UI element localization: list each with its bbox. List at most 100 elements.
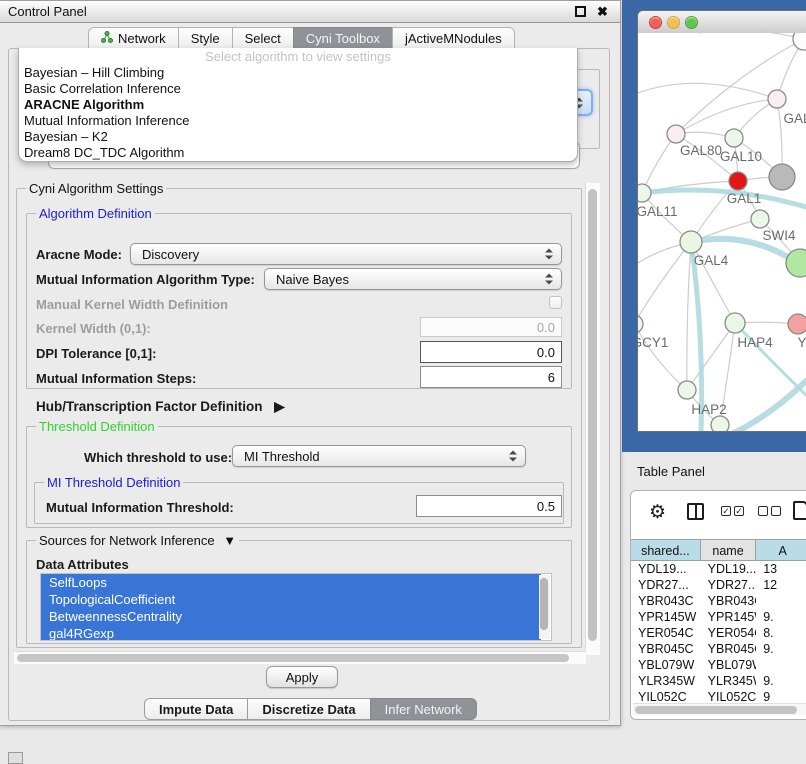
network-edge[interactable] <box>638 242 691 324</box>
scrollbar-thumb[interactable] <box>17 654 569 662</box>
tab-style[interactable]: Style <box>178 27 233 49</box>
table-cell: 9. <box>756 673 806 689</box>
tab-select[interactable]: Select <box>232 27 294 49</box>
expand-down-icon[interactable]: ▼ <box>223 533 236 548</box>
minimize-traffic-light-icon[interactable] <box>667 16 680 29</box>
network-node[interactable] <box>751 210 769 228</box>
mi-threshold-label: Mutual Information Threshold: <box>46 500 234 515</box>
table-row[interactable]: YDL19...YDL19...13 <box>631 561 806 577</box>
table-row[interactable]: YBR043CYBR043C <box>631 593 806 609</box>
data-attributes-list[interactable]: SelfLoopsTopologicalCoefficientBetweenne… <box>40 573 552 641</box>
attribute-item-selected[interactable]: TopologicalCoefficient <box>41 591 541 608</box>
table-row[interactable]: YBR045CYBR045C9. <box>631 641 806 657</box>
mi-steps-field[interactable]: 6 <box>420 366 562 388</box>
aracne-mode-combo[interactable]: Discovery <box>130 243 562 265</box>
network-node[interactable] <box>680 231 702 253</box>
popup-item[interactable]: Mutual Information Inference <box>19 113 577 129</box>
popup-item[interactable]: Bayesian – Hill Climbing <box>19 65 577 81</box>
tab-infer-network[interactable]: Infer Network <box>370 698 477 720</box>
select-all-columns-icon[interactable]: ✓✓ <box>721 506 744 516</box>
sources-expander[interactable]: Sources for Network Inference ▼ <box>36 533 239 548</box>
hub-definition-expander[interactable]: Hub/Transcription Factor Definition ▶ <box>36 399 285 415</box>
scrollbar-thumb[interactable] <box>588 189 597 641</box>
table-horizontal-scrollbar[interactable] <box>633 703 806 715</box>
dpi-tolerance-field[interactable]: 0.0 <box>420 341 562 363</box>
stepper-arrows-icon <box>509 450 517 463</box>
list-vertical-scrollbar[interactable] <box>539 575 550 639</box>
tab-jactivemnodules[interactable]: jActiveMNodules <box>392 27 515 49</box>
table-cell: YDL19... <box>631 561 701 577</box>
network-edge[interactable] <box>642 134 676 193</box>
table-row[interactable]: YPR145WYPR145W9. <box>631 609 806 625</box>
popup-item[interactable]: Dream8 DC_TDC Algorithm <box>19 145 577 161</box>
manual-kernel-checkbox[interactable] <box>549 296 562 309</box>
aracne-mode-label: Aracne Mode: <box>36 247 122 262</box>
network-node[interactable] <box>769 164 795 190</box>
deselect-all-columns-icon[interactable] <box>758 506 781 516</box>
network-node[interactable] <box>638 315 643 333</box>
table-cell: YER054C <box>631 625 701 641</box>
table-row[interactable]: YBL079WYBL079W <box>631 657 806 673</box>
network-edge[interactable] <box>687 242 691 390</box>
network-canvas[interactable]: GALGAL80GAL10GAL1GAL11SWI4GAL4GCY1HAP4YH… <box>638 33 806 432</box>
network-node[interactable] <box>725 313 745 333</box>
network-node[interactable] <box>788 314 806 334</box>
table-row[interactable]: YLR345WYLR345W9. <box>631 673 806 689</box>
network-node[interactable] <box>768 90 786 108</box>
column-header[interactable]: name <box>701 539 757 561</box>
close-icon[interactable]: ✖ <box>597 6 608 17</box>
network-node[interactable] <box>638 184 651 202</box>
network-node[interactable] <box>711 416 729 432</box>
network-node[interactable] <box>729 172 747 190</box>
which-threshold-combo[interactable]: MI Threshold <box>232 445 526 467</box>
network-edge[interactable] <box>687 323 735 390</box>
panel-title: Control Panel <box>8 1 87 22</box>
float-panel-icon[interactable] <box>575 6 586 17</box>
scrollbar-thumb[interactable] <box>540 578 548 630</box>
tab-cyni-toolbox[interactable]: Cyni Toolbox <box>293 27 393 49</box>
node-label: GAL4 <box>694 253 729 268</box>
network-edge[interactable] <box>638 324 687 390</box>
network-node[interactable] <box>725 129 743 147</box>
settings-horizontal-scrollbar[interactable] <box>14 651 586 664</box>
group-title: Cyni Algorithm Settings <box>26 181 166 196</box>
network-edge[interactable] <box>698 33 804 39</box>
kernel-width-field[interactable]: 0.0 <box>420 317 562 337</box>
network-node[interactable] <box>667 125 685 143</box>
attribute-item-selected[interactable]: gal4RGexp <box>41 625 541 641</box>
export-table-icon[interactable] <box>793 501 806 520</box>
network-node[interactable] <box>678 381 696 399</box>
minimized-panel-icon[interactable] <box>8 752 23 764</box>
network-edge[interactable] <box>638 83 777 99</box>
node-label: GCY1 <box>638 335 668 350</box>
table-row[interactable]: YER054CYER054C8. <box>631 625 806 641</box>
gear-icon[interactable]: ⚙ <box>649 503 666 523</box>
control-panel-titlebar[interactable]: Control Panel ✖ <box>0 1 620 23</box>
table-row[interactable]: YDR27...YDR27...12 <box>631 577 806 593</box>
network-window-titlebar[interactable] <box>638 11 806 34</box>
table-panel-title: Table Panel <box>637 464 705 479</box>
tab-discretize-data[interactable]: Discretize Data <box>247 698 370 720</box>
mi-type-combo[interactable]: Naive Bayes <box>264 268 562 290</box>
mi-threshold-field[interactable]: 0.5 <box>416 495 562 517</box>
settings-vertical-scrollbar[interactable] <box>585 183 600 655</box>
network-node[interactable] <box>793 33 806 50</box>
attribute-item-selected[interactable]: BetweennessCentrality <box>41 608 541 625</box>
network-node[interactable] <box>786 249 806 277</box>
table-cell: YPR145W <box>701 609 757 625</box>
zoom-traffic-light-icon[interactable] <box>685 16 698 29</box>
tab-network[interactable]: Network <box>88 27 179 49</box>
network-edge[interactable] <box>676 99 777 134</box>
popup-item[interactable]: Bayesian – K2 <box>19 129 577 145</box>
expand-right-icon[interactable]: ▶ <box>274 399 284 414</box>
column-header[interactable]: A <box>756 539 806 561</box>
close-traffic-light-icon[interactable] <box>649 16 662 29</box>
popup-item[interactable]: Basic Correlation Inference <box>19 81 577 97</box>
tab-impute-data[interactable]: Impute Data <box>144 698 248 720</box>
scrollbar-thumb[interactable] <box>635 706 797 714</box>
column-header[interactable]: shared... <box>631 539 701 561</box>
attribute-item-selected[interactable]: SelfLoops <box>41 574 541 591</box>
apply-button[interactable]: Apply <box>266 666 338 688</box>
columns-icon[interactable] <box>687 503 704 520</box>
popup-item[interactable]: ARACNE Algorithm <box>19 97 577 113</box>
